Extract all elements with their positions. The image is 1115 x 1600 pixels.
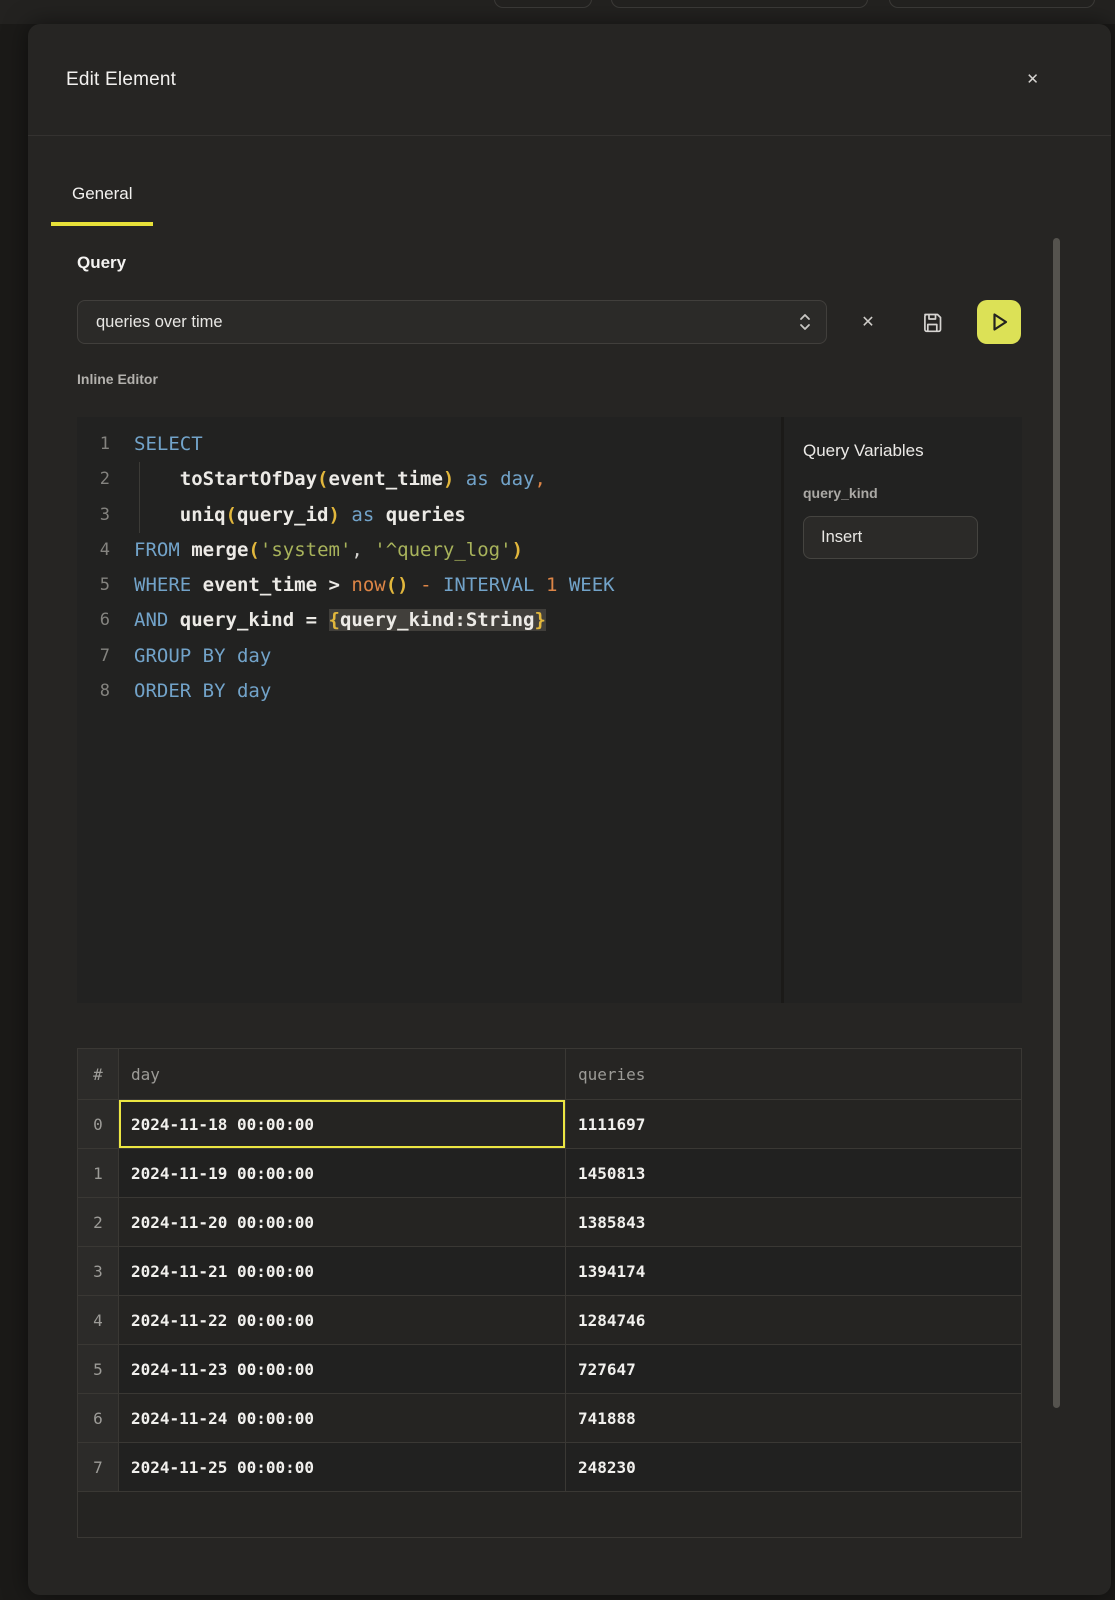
cell-day[interactable]: 2024-11-19 00:00:00 xyxy=(119,1149,566,1198)
column-header-day[interactable]: day xyxy=(119,1049,566,1100)
row-index: 5 xyxy=(78,1345,119,1394)
code-line: 2 toStartOfDay(event_time) as day, xyxy=(77,462,781,497)
indent-guide xyxy=(139,462,140,533)
modal-header: Edit Element ✕ xyxy=(28,24,1111,136)
code-line: 8 ORDER BY day xyxy=(77,674,781,709)
line-number: 8 xyxy=(77,674,110,709)
table-row: 02024-11-18 00:00:001111697 xyxy=(78,1100,1021,1149)
insert-variable-button[interactable]: Insert xyxy=(803,516,978,559)
code-line: 3 uniq(query_id) as queries xyxy=(77,498,781,533)
run-query-button[interactable] xyxy=(977,300,1021,344)
save-button[interactable] xyxy=(917,300,947,344)
cell-queries[interactable]: 1450813 xyxy=(566,1149,1021,1198)
background-toolbar-button[interactable] xyxy=(889,0,1095,8)
line-number: 3 xyxy=(77,498,110,533)
code-line-content: ORDER BY day xyxy=(134,674,271,709)
table-row: 72024-11-25 00:00:00248230 xyxy=(78,1443,1021,1492)
row-index: 6 xyxy=(78,1394,119,1443)
row-index: 4 xyxy=(78,1296,119,1345)
table-row: 32024-11-21 00:00:001394174 xyxy=(78,1247,1021,1296)
cell-queries[interactable]: 1394174 xyxy=(566,1247,1021,1296)
cell-day[interactable]: 2024-11-25 00:00:00 xyxy=(119,1443,566,1492)
line-number: 5 xyxy=(77,568,110,603)
code-line: 6 AND query_kind = {query_kind:String} xyxy=(77,603,781,638)
line-number: 6 xyxy=(77,603,110,638)
code-line-content: SELECT xyxy=(134,427,203,462)
cell-day[interactable]: 2024-11-21 00:00:00 xyxy=(119,1247,566,1296)
inline-editor-label: Inline Editor xyxy=(77,371,1022,388)
line-number: 7 xyxy=(77,639,110,674)
background-toolbar xyxy=(0,0,1115,24)
query-section-label: Query xyxy=(77,252,1022,273)
query-variables-title: Query Variables xyxy=(803,441,1002,461)
variable-name: query_kind xyxy=(803,485,1002,501)
table-row: 52024-11-23 00:00:00727647 xyxy=(78,1345,1021,1394)
row-index: 3 xyxy=(78,1247,119,1296)
code-line-content: AND query_kind = {query_kind:String} xyxy=(134,603,546,638)
column-header-queries[interactable]: queries xyxy=(566,1049,1021,1100)
background-toolbar-button[interactable] xyxy=(611,0,868,8)
tab-bar: General xyxy=(28,183,1111,226)
code-line-content: uniq(query_id) as queries xyxy=(134,498,466,533)
table-row: 62024-11-24 00:00:00741888 xyxy=(78,1394,1021,1443)
cell-queries[interactable]: 1284746 xyxy=(566,1296,1021,1345)
cell-day[interactable]: 2024-11-22 00:00:00 xyxy=(119,1296,566,1345)
code-line-content: WHERE event_time > now() - INTERVAL 1 WE… xyxy=(134,568,615,603)
cell-queries[interactable]: 741888 xyxy=(566,1394,1021,1443)
cell-queries[interactable]: 248230 xyxy=(566,1443,1021,1492)
cell-queries[interactable]: 727647 xyxy=(566,1345,1021,1394)
query-select-row: queries over time ✕ xyxy=(77,300,1022,344)
table-empty-area xyxy=(78,1492,1021,1537)
close-icon[interactable]: ✕ xyxy=(1022,68,1043,91)
code-lines: 1SELECT2 toStartOfDay(event_time) as day… xyxy=(77,427,781,709)
line-number: 4 xyxy=(77,533,110,568)
code-line-content: GROUP BY day xyxy=(134,639,271,674)
row-index: 2 xyxy=(78,1198,119,1247)
inline-editor-container: 1SELECT2 toStartOfDay(event_time) as day… xyxy=(77,417,1022,1003)
save-icon xyxy=(921,311,944,334)
cell-day[interactable]: 2024-11-20 00:00:00 xyxy=(119,1198,566,1247)
chevron-up-down-icon xyxy=(798,312,812,332)
code-line-content: FROM merge('system', '^query_log') xyxy=(134,533,523,568)
play-icon xyxy=(987,310,1011,334)
query-select-value: queries over time xyxy=(96,313,223,332)
query-variables-panel: Query Variables query_kind Insert xyxy=(784,417,1022,1003)
sql-editor[interactable]: 1SELECT2 toStartOfDay(event_time) as day… xyxy=(77,417,781,1003)
cell-day[interactable]: 2024-11-23 00:00:00 xyxy=(119,1345,566,1394)
cell-day[interactable]: 2024-11-18 00:00:00 xyxy=(119,1100,566,1149)
row-index: 1 xyxy=(78,1149,119,1198)
code-line: 7 GROUP BY day xyxy=(77,639,781,674)
tab-general[interactable]: General xyxy=(51,183,153,226)
modal-scrollbar[interactable] xyxy=(1053,238,1060,1408)
column-header-index: # xyxy=(78,1049,119,1100)
query-select[interactable]: queries over time xyxy=(77,300,827,344)
table-header-row: #dayqueries xyxy=(78,1049,1021,1100)
code-line: 1 SELECT xyxy=(77,427,781,462)
edit-element-modal: Edit Element ✕ General Query queries ove… xyxy=(28,24,1111,1595)
table-row: 12024-11-19 00:00:001450813 xyxy=(78,1149,1021,1198)
line-number: 1 xyxy=(77,427,110,462)
cell-queries[interactable]: 1111697 xyxy=(566,1100,1021,1149)
table-row: 22024-11-20 00:00:001385843 xyxy=(78,1198,1021,1247)
code-line-content: toStartOfDay(event_time) as day, xyxy=(134,462,546,497)
cell-day[interactable]: 2024-11-24 00:00:00 xyxy=(119,1394,566,1443)
clear-query-button[interactable]: ✕ xyxy=(853,300,883,344)
row-index: 7 xyxy=(78,1443,119,1492)
cell-queries[interactable]: 1385843 xyxy=(566,1198,1021,1247)
code-line: 5 WHERE event_time > now() - INTERVAL 1 W… xyxy=(77,568,781,603)
background-toolbar-button[interactable] xyxy=(494,0,592,8)
table-row: 42024-11-22 00:00:001284746 xyxy=(78,1296,1021,1345)
code-line: 4 FROM merge('system', '^query_log') xyxy=(77,533,781,568)
results-table: #dayqueries02024-11-18 00:00:00111169712… xyxy=(77,1048,1022,1538)
modal-title: Edit Element xyxy=(66,69,176,91)
line-number: 2 xyxy=(77,462,110,497)
row-index: 0 xyxy=(78,1100,119,1149)
